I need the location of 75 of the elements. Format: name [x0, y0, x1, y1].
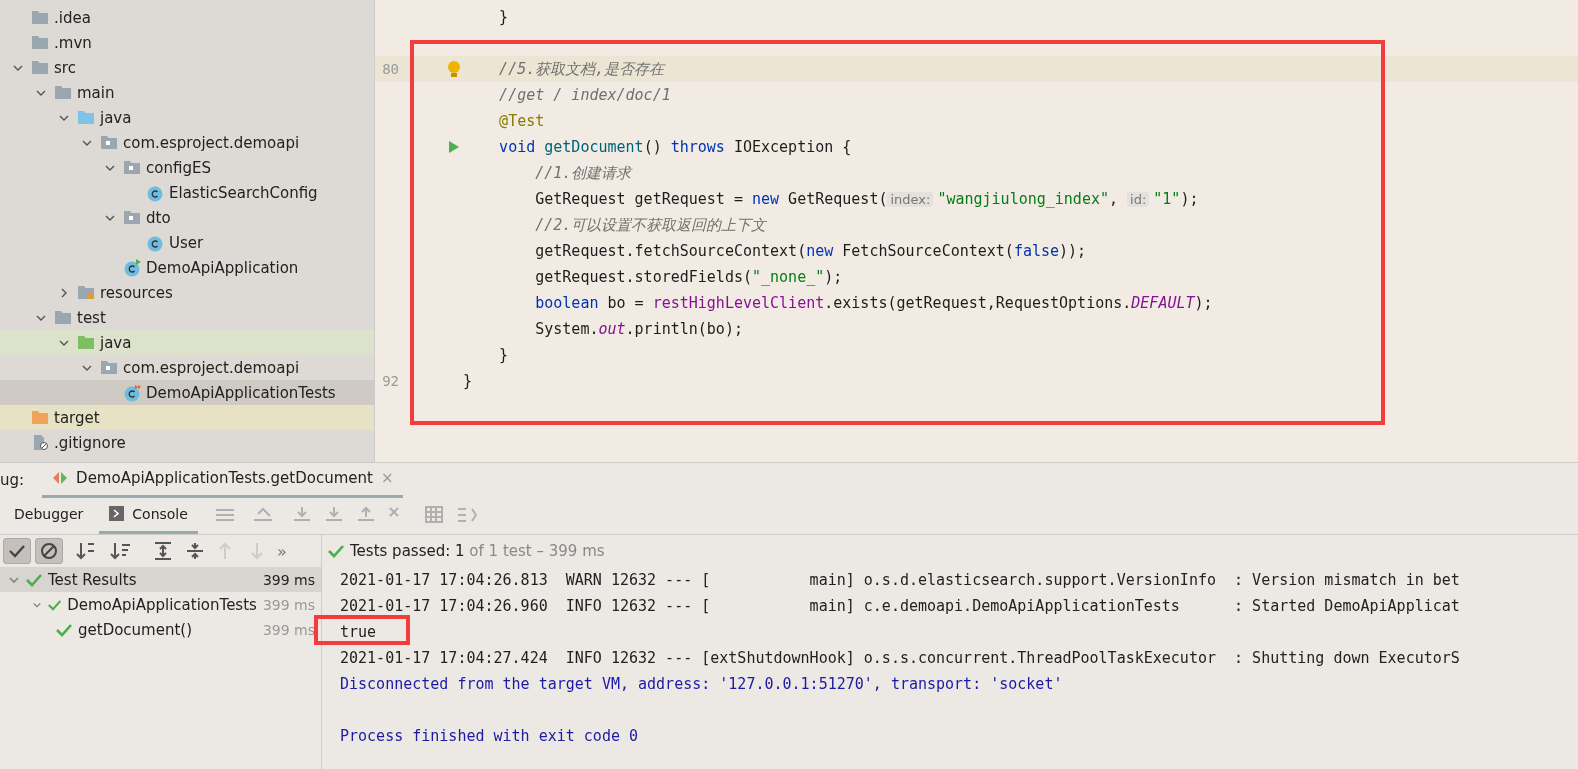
- test-name[interactable]: DemoApiApplicationTests: [67, 595, 257, 614]
- console-line: Process finished with exit code 0: [340, 727, 638, 745]
- tree-item[interactable]: main: [77, 83, 115, 102]
- code-line: //get / index/doc/1: [498, 86, 671, 104]
- tree-item[interactable]: DemoApiApplication: [146, 258, 299, 277]
- panel-tab[interactable]: Debugger: [4, 496, 94, 534]
- package-folder-icon: [100, 360, 118, 375]
- code-line: getRequest.fetchSourceContext(new FetchSourceContext(false));: [534, 242, 1087, 260]
- code-line: }: [498, 8, 509, 26]
- folder-icon: [31, 35, 49, 50]
- tab-label: DemoApiApplicationTests.getDocument: [76, 469, 373, 487]
- tree-item[interactable]: resources: [100, 283, 173, 302]
- tree-item[interactable]: java: [100, 108, 132, 127]
- console-line: 2021-01-17 17:04:26.813 WARN 12632 --- [ main] o.s.d.elasticsearch.support.VersionInfo : Version mismatch in bet: [340, 571, 1460, 589]
- more-button[interactable]: »: [277, 541, 287, 561]
- folder-icon: [31, 10, 49, 25]
- tree-item[interactable]: java: [100, 333, 132, 352]
- test-duration: 399 ms: [262, 571, 316, 588]
- prohibited-icon: [40, 542, 58, 560]
- panel-title: ug:: [0, 470, 25, 489]
- tree-item[interactable]: com.esproject.demoapi: [123, 358, 300, 377]
- package-folder-icon: [123, 160, 141, 175]
- test-duration: 399 ms: [262, 621, 316, 638]
- folder-icon: [54, 85, 72, 100]
- tree-item[interactable]: target: [54, 408, 100, 427]
- code-line: boolean bo = restHighLevelClient.exists(getRequest,RequestOptions.DEFAULT);: [534, 294, 1213, 312]
- code-line: //5.获取文档,是否存在: [498, 59, 665, 79]
- status-text: Tests passed: 1 of 1 test – 399 ms: [350, 542, 605, 560]
- code-line: @Test: [498, 112, 545, 130]
- folder-icon: [77, 335, 95, 350]
- folder-icon: [77, 110, 95, 125]
- console-line: 2021-01-17 17:04:27.424 INFO 12632 --- [extShutdownHook] o.s.s.concurrent.ThreadPoolTaskExecutor : Shutting down ExecutorS: [340, 649, 1460, 667]
- code-line: getRequest.storedFields("_none_");: [534, 268, 843, 286]
- package-folder-icon: [100, 135, 118, 150]
- tree-item[interactable]: test: [77, 308, 106, 327]
- tree-item[interactable]: configES: [146, 158, 211, 177]
- line-number: 80: [382, 61, 399, 77]
- folder-icon: [54, 310, 72, 325]
- checkmark-icon: [328, 544, 344, 558]
- code-line: void getDocument() throws IOException {: [498, 138, 852, 156]
- code-line: //2.可以设置不获取返回的上下文: [534, 215, 767, 235]
- test-name[interactable]: Test Results: [48, 570, 257, 589]
- tree-item[interactable]: ElasticSearchConfig: [169, 183, 318, 202]
- tree-item[interactable]: src: [54, 58, 76, 77]
- tree-item[interactable]: dto: [146, 208, 171, 227]
- checkmark-icon: [8, 544, 26, 558]
- file-icon: [31, 434, 49, 451]
- tree-item[interactable]: User: [169, 233, 204, 252]
- console-icon: [109, 506, 125, 521]
- tree-item[interactable]: .idea: [54, 8, 91, 27]
- class-icon: [123, 258, 141, 277]
- tree-item[interactable]: .gitignore: [54, 433, 126, 452]
- code-line: //1.创建请求: [534, 163, 632, 183]
- console-line: 2021-01-17 17:04:26.960 INFO 12632 --- [ main] c.e.demoapi.DemoApiApplicationTests : Started DemoApiApplicat: [340, 597, 1460, 615]
- line-number: 92: [382, 373, 399, 389]
- tree-item[interactable]: .mvn: [54, 33, 92, 52]
- tree-item[interactable]: com.esproject.demoapi: [123, 133, 300, 152]
- folder-icon: [31, 60, 49, 75]
- folder-icon: [31, 410, 49, 425]
- panel-tab[interactable]: Console: [99, 496, 198, 534]
- show-ignored-toggle[interactable]: [35, 538, 63, 564]
- console-line: true: [340, 623, 377, 641]
- class-icon: [123, 383, 141, 402]
- show-passed-toggle[interactable]: [3, 538, 31, 564]
- code-line: }: [463, 372, 473, 390]
- folder-icon: [77, 285, 95, 300]
- package-folder-icon: [123, 210, 141, 225]
- console-line: Disconnected from the target VM, address: '127.0.0.1:51270', transport: 'socket': [340, 675, 1063, 693]
- test-name[interactable]: getDocument(): [78, 620, 257, 639]
- debug-run-icon: [52, 471, 69, 485]
- code-line: }: [498, 346, 509, 364]
- code-line: GetRequest getRequest = new GetRequest( index: "wangjiulong_index", id: "1");: [534, 190, 1199, 208]
- test-duration: 399 ms: [262, 596, 316, 613]
- run-tab[interactable]: DemoApiApplicationTests.getDocument ×: [42, 461, 404, 498]
- code-line: System.out.println(bo);: [534, 320, 743, 338]
